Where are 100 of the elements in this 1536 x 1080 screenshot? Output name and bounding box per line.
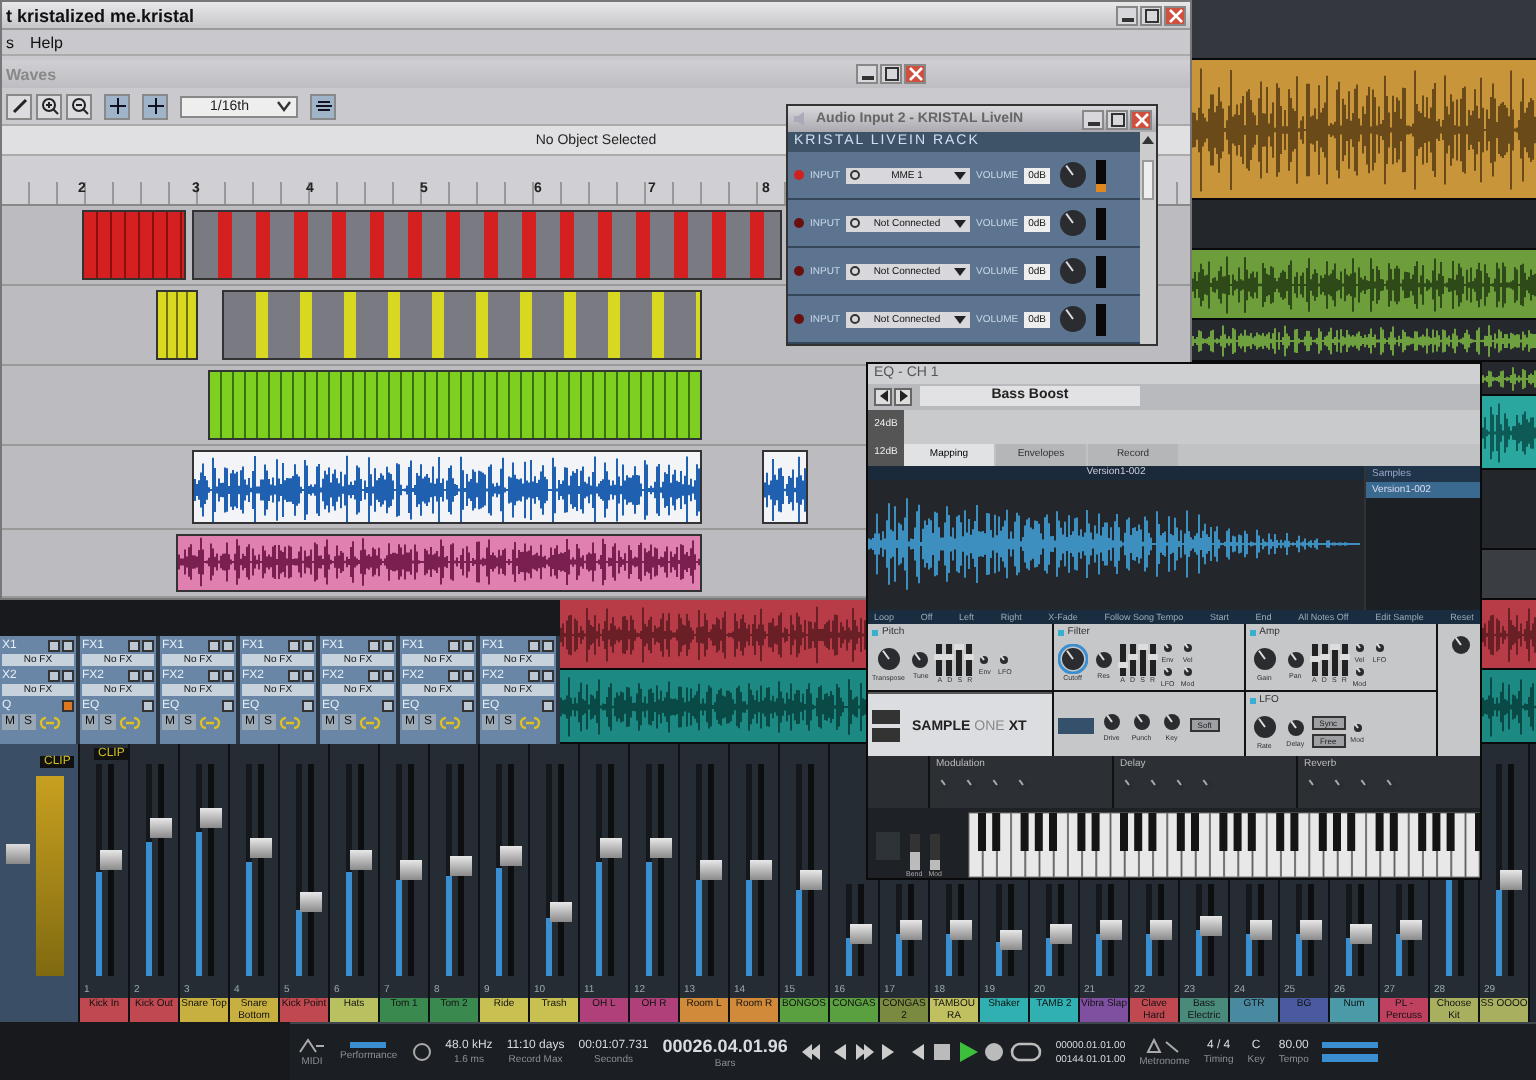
edit-icon[interactable] xyxy=(62,669,74,681)
menu-item[interactable]: s xyxy=(6,33,14,51)
eq-toggle[interactable] xyxy=(542,699,554,711)
edit-icon[interactable] xyxy=(382,639,394,651)
filter-type-dropdown[interactable] xyxy=(1057,717,1094,734)
keyboard-button[interactable] xyxy=(872,728,900,743)
fader-handle[interactable] xyxy=(1299,920,1321,940)
eq-toggle[interactable] xyxy=(142,699,154,711)
slider[interactable] xyxy=(1139,643,1146,676)
power-icon[interactable] xyxy=(528,669,540,681)
edit-icon[interactable] xyxy=(62,639,74,651)
slider[interactable] xyxy=(1311,643,1318,676)
fader-handle[interactable] xyxy=(849,924,871,945)
edit-icon[interactable] xyxy=(542,669,554,681)
slider[interactable] xyxy=(1331,643,1338,676)
edit-icon[interactable] xyxy=(142,669,154,681)
piano-keyboard-drawing[interactable] xyxy=(968,812,1480,878)
scroll-thumb[interactable] xyxy=(1142,160,1154,200)
slider-handle[interactable] xyxy=(954,643,965,650)
minimize-button[interactable] xyxy=(1082,109,1104,129)
fader-handle[interactable] xyxy=(1399,920,1421,940)
fader-handle[interactable] xyxy=(899,920,921,940)
maximize-button[interactable] xyxy=(1106,109,1128,129)
fader-handle[interactable] xyxy=(6,844,30,864)
slider[interactable] xyxy=(966,643,973,676)
eq-toggle[interactable] xyxy=(382,699,394,711)
rewind-icon[interactable] xyxy=(801,1042,822,1062)
next-icon[interactable] xyxy=(894,387,912,406)
fader-handle[interactable] xyxy=(399,860,421,880)
fader-handle[interactable] xyxy=(299,891,321,912)
zoom-out-icon[interactable] xyxy=(66,93,92,119)
fader-handle[interactable] xyxy=(1199,915,1221,936)
wheel-slider[interactable] xyxy=(909,834,920,870)
slider[interactable] xyxy=(1341,643,1348,676)
slider[interactable] xyxy=(1321,643,1328,676)
fader-handle[interactable] xyxy=(549,902,571,923)
fader-handle[interactable] xyxy=(499,845,521,866)
power-icon[interactable] xyxy=(288,639,300,651)
slider-handle[interactable] xyxy=(1329,643,1340,650)
fader-handle[interactable] xyxy=(349,849,371,870)
fader-handle[interactable] xyxy=(249,838,271,859)
edit-icon[interactable] xyxy=(302,639,314,651)
edit-icon[interactable] xyxy=(222,669,234,681)
close-button[interactable] xyxy=(1164,5,1186,25)
fader-handle[interactable] xyxy=(149,817,171,838)
fader-handle[interactable] xyxy=(949,920,971,940)
slider[interactable] xyxy=(956,643,963,676)
fader-handle[interactable] xyxy=(199,807,221,827)
fader-handle[interactable] xyxy=(1349,924,1371,945)
maximize-button[interactable] xyxy=(1140,5,1162,25)
slider-handle[interactable] xyxy=(944,653,955,660)
slider-handle[interactable] xyxy=(964,654,975,661)
minimize-button[interactable] xyxy=(1116,5,1138,25)
edit-icon[interactable] xyxy=(542,639,554,651)
fader-handle[interactable] xyxy=(449,855,471,876)
slider[interactable] xyxy=(936,643,943,676)
close-button[interactable] xyxy=(904,64,926,84)
power-icon[interactable] xyxy=(368,639,380,651)
eq-toggle[interactable] xyxy=(302,699,314,711)
slider-handle[interactable] xyxy=(934,654,945,661)
scrollbar[interactable] xyxy=(1140,132,1156,344)
prev-icon[interactable] xyxy=(874,387,892,406)
edit-icon[interactable] xyxy=(222,639,234,651)
slider-handle[interactable] xyxy=(1147,653,1158,660)
fader-handle[interactable] xyxy=(1249,920,1271,940)
record-icon[interactable] xyxy=(983,1042,1004,1062)
power-icon[interactable] xyxy=(128,639,140,651)
power-icon[interactable] xyxy=(368,669,380,681)
fader-handle[interactable] xyxy=(1149,920,1171,940)
split-icon[interactable] xyxy=(142,93,168,119)
edit-icon[interactable] xyxy=(462,639,474,651)
power-icon[interactable] xyxy=(448,639,460,651)
slider-handle[interactable] xyxy=(1339,653,1350,660)
edit-icon[interactable] xyxy=(302,669,314,681)
power-icon[interactable] xyxy=(128,669,140,681)
slider[interactable] xyxy=(1149,643,1156,676)
maximize-button[interactable] xyxy=(880,64,902,84)
power-icon[interactable] xyxy=(48,669,60,681)
eq-toggle[interactable] xyxy=(222,699,234,711)
close-button[interactable] xyxy=(1130,109,1152,129)
power-icon[interactable] xyxy=(208,669,220,681)
fx-button[interactable] xyxy=(872,710,900,725)
slider[interactable] xyxy=(1129,643,1136,676)
stop-icon[interactable] xyxy=(931,1042,952,1062)
power-icon[interactable] xyxy=(208,639,220,651)
edit-icon[interactable] xyxy=(462,669,474,681)
slider-handle[interactable] xyxy=(1127,653,1138,660)
slider-handle[interactable] xyxy=(1137,643,1148,650)
fader-handle[interactable] xyxy=(799,870,821,891)
eq-toggle[interactable] xyxy=(62,699,74,711)
fader-handle[interactable] xyxy=(599,838,621,859)
play-icon[interactable] xyxy=(957,1042,978,1062)
minimize-button[interactable] xyxy=(856,64,878,84)
slider-handle[interactable] xyxy=(1309,656,1320,663)
zoom-in-icon[interactable] xyxy=(36,93,62,119)
fader-handle[interactable] xyxy=(1099,920,1121,940)
forward-icon[interactable] xyxy=(853,1042,874,1062)
fader-handle[interactable] xyxy=(1049,924,1071,945)
power-icon[interactable] xyxy=(528,639,540,651)
power-icon[interactable] xyxy=(48,639,60,651)
